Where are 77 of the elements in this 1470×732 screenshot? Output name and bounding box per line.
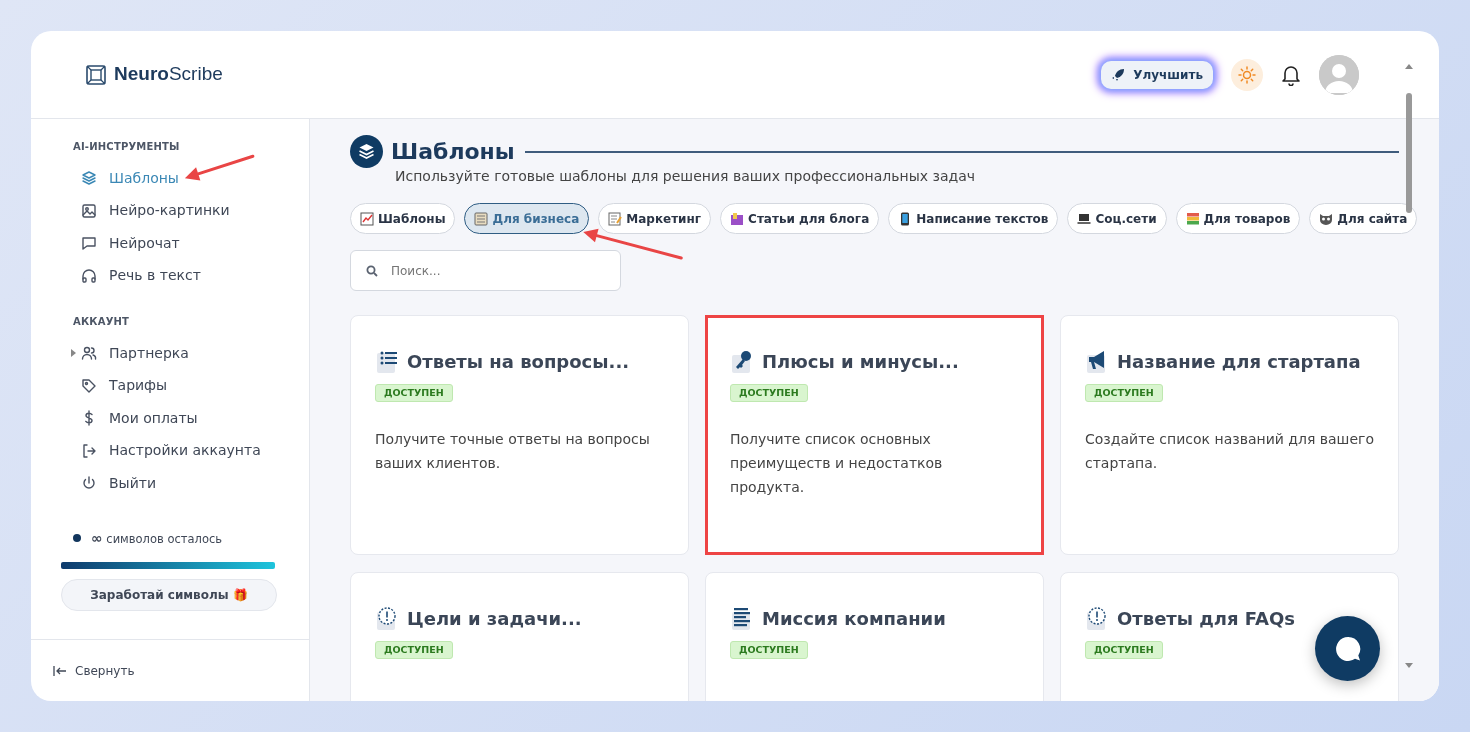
search-field[interactable]: Поиск... [350,250,621,291]
status-badge: ДОСТУПЕН [375,641,453,660]
template-card[interactable]: Плюсы и минусы... ДОСТУПЕН Получите список основных преимуществ и недостатков продукта. [705,315,1044,555]
status-badge: ДОСТУПЕН [730,384,808,403]
sun-icon [1238,65,1256,84]
mask-icon [1319,211,1334,226]
card-title: Название для стартапа [1117,350,1361,374]
category-chip[interactable]: Для сайта [1309,203,1418,234]
alert-clock-icon [375,606,399,632]
template-card[interactable]: Ответы на вопросы... ДОСТУПЕН Получите точные ответы на вопросы ваших клиентов. [350,315,689,555]
upgrade-button[interactable]: Улучшить [1101,60,1213,89]
notifications-button[interactable] [1281,63,1301,86]
books-icon [1185,211,1200,226]
card-description: Создайте список названий для вашего стартапа. [1085,430,1374,473]
category-chip[interactable]: Шаблоны [350,203,456,234]
category-chip[interactable]: Статьи для блога [720,203,880,234]
status-badge: ДОСТУПЕН [375,384,453,403]
card-title: Цели и задачи... [407,607,582,631]
card-title: Плюсы и минусы... [762,350,959,374]
category-chip[interactable]: Для бизнеса [464,203,590,234]
theme-toggle-button[interactable] [1231,58,1263,91]
card-title: Ответы на вопросы... [407,350,630,374]
status-dot [73,534,81,542]
chart-icon [360,211,374,226]
memo-icon [608,211,623,226]
headphones-icon [81,267,97,284]
card-title: Миссия компании [762,607,946,631]
template-card[interactable]: Цели и задачи... ДОСТУПЕН [350,572,689,701]
layers-icon [81,170,97,187]
sidebar-item[interactable]: Мои оплаты [73,402,285,435]
key-icon [730,349,754,375]
laptop-icon [1077,211,1092,226]
collapse-button[interactable]: Свернуть [53,661,135,680]
sidebar-item[interactable]: Выйти [73,467,285,500]
chat-icon [81,235,97,252]
books-icon [730,211,745,226]
earn-credits-button[interactable]: Заработай символы 🎁 [61,578,277,611]
list-icon [375,349,399,375]
section-heading: AI-ИНСТРУМЕНТЫ [73,140,181,154]
template-card[interactable]: Ответы для FAQs ДОСТУПЕН [1060,572,1399,701]
status-badge: ДОСТУПЕН [1085,384,1163,403]
users-icon [81,345,97,362]
alert-clock-icon [1085,606,1109,632]
card-description: Получите точные ответы на вопросы ваших клиентов. [375,430,651,473]
category-chip[interactable]: Соц.сети [1067,203,1167,234]
page-title: Шаблоны [391,138,515,166]
status-badge: ДОСТУПЕН [730,641,808,660]
template-card[interactable]: Название для стартапа ДОСТУПЕН Создайте список названий для вашего стартапа. [1060,315,1399,555]
section-heading: АККАУНТ [73,315,131,329]
category-chip[interactable]: Маркетинг [598,203,712,234]
template-card[interactable]: Миссия компании ДОСТУПЕН [705,572,1044,701]
category-chip[interactable]: Для товаров [1175,203,1301,234]
logo-icon [86,64,106,85]
rocket-icon [1111,67,1126,82]
layers-icon [350,135,383,168]
credits-text: ∞ символов осталось [91,528,223,548]
sidebar-item[interactable]: Нейро-картинки [73,194,285,227]
page-subtitle: Используйте готовые шаблоны для решения ваших профессиональных задач [395,167,977,186]
ledger-icon [474,211,489,226]
sidebar-item[interactable]: Тарифы [73,369,285,402]
sidebar-item[interactable]: Шаблоны [73,162,285,195]
power-icon [81,475,97,492]
sidebar-item[interactable]: Партнерка [73,337,285,370]
sign-out-icon [81,442,97,459]
sidebar-item[interactable]: Речь в текст [73,259,285,292]
sidebar-item[interactable]: Настройки аккаунта [73,434,285,467]
search-icon [366,265,378,277]
sidebar-item[interactable]: Нейрочат [73,227,285,260]
tag-icon [81,377,97,394]
image-icon [81,202,97,219]
avatar[interactable] [1319,54,1359,95]
card-title: Ответы для FAQs [1117,607,1296,631]
status-badge: ДОСТУПЕН [1085,641,1163,660]
card-description: Получите список основных преимуществ и недостатков продукта. [730,430,944,497]
logo-text: NeuroScribe [114,62,223,87]
collapse-icon [53,664,67,677]
category-chip[interactable]: Написание текстов [888,203,1059,234]
